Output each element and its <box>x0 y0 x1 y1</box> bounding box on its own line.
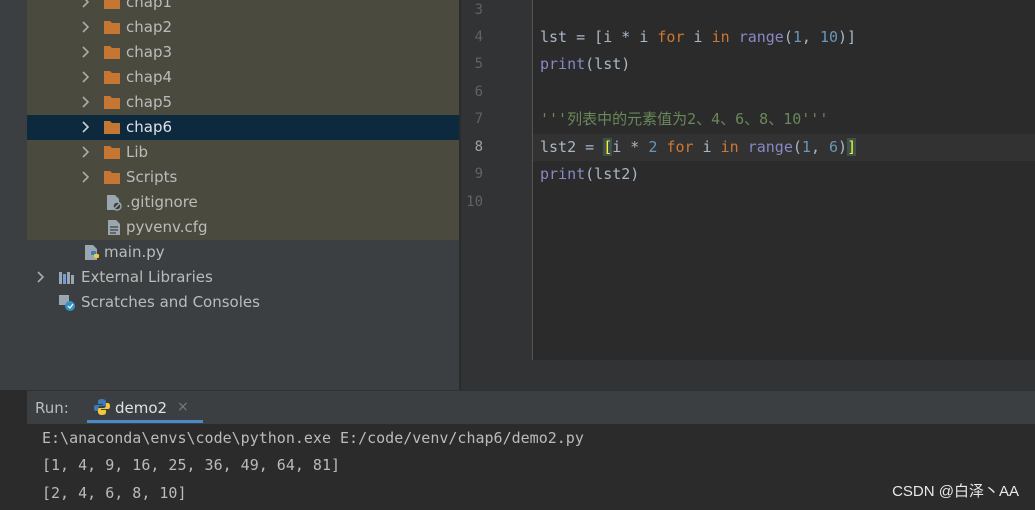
run-panel-header: Run: demo2 × <box>27 390 1035 425</box>
tree-item-label: chap1 <box>126 0 173 11</box>
ignored-file-icon <box>107 195 122 211</box>
tree-item-label: External Libraries <box>81 268 213 286</box>
tree-item-label: chap6 <box>126 118 173 136</box>
gutter-divider <box>532 0 533 360</box>
folder-icon <box>104 121 120 134</box>
tree-item-label: .gitignore <box>126 193 198 211</box>
python-icon <box>94 399 110 415</box>
watermark: CSDN @白泽丶AA <box>892 483 1019 500</box>
console-line: [1, 4, 9, 16, 25, 36, 49, 64, 81] <box>42 456 341 474</box>
code-line-5[interactable]: print(lst) <box>540 51 630 78</box>
tree-item-chap2[interactable]: chap2 <box>27 15 459 40</box>
tree-item-label: Scratches and Consoles <box>81 293 260 311</box>
tree-item-label: main.py <box>104 243 165 261</box>
line-number: 3 <box>474 2 483 18</box>
tree-item-label: chap5 <box>126 93 173 111</box>
left-tool-strip <box>0 0 28 390</box>
ide-window: chap1 chap2 chap3 chap4 chap5 chap6 Lib … <box>0 0 1035 510</box>
tree-item-scratches[interactable]: Scratches and Consoles <box>27 290 459 315</box>
tree-item-main-py[interactable]: main.py <box>27 240 459 265</box>
chevron-right-icon[interactable] <box>79 95 93 109</box>
tree-item-label: Scripts <box>126 168 178 186</box>
chevron-right-icon[interactable] <box>79 70 93 84</box>
tree-item-chap4[interactable]: chap4 <box>27 65 459 90</box>
tree-item-chap3[interactable]: chap3 <box>27 40 459 65</box>
active-tab-indicator <box>87 420 203 423</box>
run-console[interactable]: E:\anaconda\envs\code\python.exe E:/code… <box>27 424 1035 510</box>
folder-icon <box>104 21 120 34</box>
folder-icon <box>104 171 120 184</box>
editor-bottom-area <box>461 360 1035 390</box>
folder-icon <box>104 46 120 59</box>
scratches-icon <box>59 295 75 311</box>
folder-icon <box>104 146 120 159</box>
matched-bracket: ] <box>847 138 857 156</box>
chevron-right-icon[interactable] <box>79 0 93 9</box>
folder-icon <box>104 96 120 109</box>
folder-icon <box>104 0 120 9</box>
folder-icon <box>104 71 120 84</box>
line-number: 9 <box>474 166 483 182</box>
run-panel-title: Run: <box>35 399 69 417</box>
console-line: [2, 4, 6, 8, 10] <box>42 484 187 502</box>
code-line-7[interactable]: '''列表中的元素值为2、4、6、8、10''' <box>540 106 828 133</box>
code-line-9[interactable]: print(lst2) <box>540 161 639 188</box>
tree-item-gitignore[interactable]: .gitignore <box>27 190 459 215</box>
line-number: 4 <box>474 29 483 45</box>
tree-item-chap6[interactable]: chap6 <box>27 115 459 140</box>
console-line: E:\anaconda\envs\code\python.exe E:/code… <box>42 429 584 447</box>
chevron-right-icon[interactable] <box>79 145 93 159</box>
project-panel: chap1 chap2 chap3 chap4 chap5 chap6 Lib … <box>27 0 459 390</box>
chevron-right-icon[interactable] <box>79 170 93 184</box>
tree-item-external-libraries[interactable]: External Libraries <box>27 265 459 290</box>
chevron-right-icon[interactable] <box>79 20 93 34</box>
line-number: 10 <box>466 194 483 210</box>
line-number: 7 <box>474 111 483 127</box>
tree-item-label: pyvenv.cfg <box>126 218 208 236</box>
code-line-4[interactable]: lst = [i * i for i in range(1, 10)] <box>540 24 856 51</box>
libraries-icon <box>59 272 74 284</box>
matched-bracket: [ <box>603 138 613 156</box>
chevron-right-icon[interactable] <box>34 270 48 284</box>
run-tab-label: demo2 <box>115 399 168 417</box>
chevron-right-icon[interactable] <box>79 45 93 59</box>
close-icon[interactable]: × <box>177 399 189 415</box>
python-file-icon <box>85 245 99 260</box>
tree-item-label: chap2 <box>126 18 173 36</box>
tree-item-label: chap3 <box>126 43 173 61</box>
code-line-8[interactable]: lst2 = [i * 2 for i in range(1, 6)] <box>540 134 857 161</box>
tree-item-chap1[interactable]: chap1 <box>27 0 459 15</box>
tree-item-chap5[interactable]: chap5 <box>27 90 459 115</box>
tree-item-label: Lib <box>126 143 149 161</box>
run-tab-demo2[interactable]: demo2 × <box>87 391 203 425</box>
tree-item-pyvenv-cfg[interactable]: pyvenv.cfg <box>27 215 459 240</box>
tree-item-lib[interactable]: Lib <box>27 140 459 165</box>
text-file-icon <box>108 220 120 235</box>
line-number-active: 8 <box>474 139 483 155</box>
tree-item-label: chap4 <box>126 68 173 86</box>
line-number: 6 <box>474 84 483 100</box>
chevron-right-icon[interactable] <box>79 120 93 134</box>
line-number: 5 <box>474 56 483 72</box>
tree-item-scripts[interactable]: Scripts <box>27 165 459 190</box>
